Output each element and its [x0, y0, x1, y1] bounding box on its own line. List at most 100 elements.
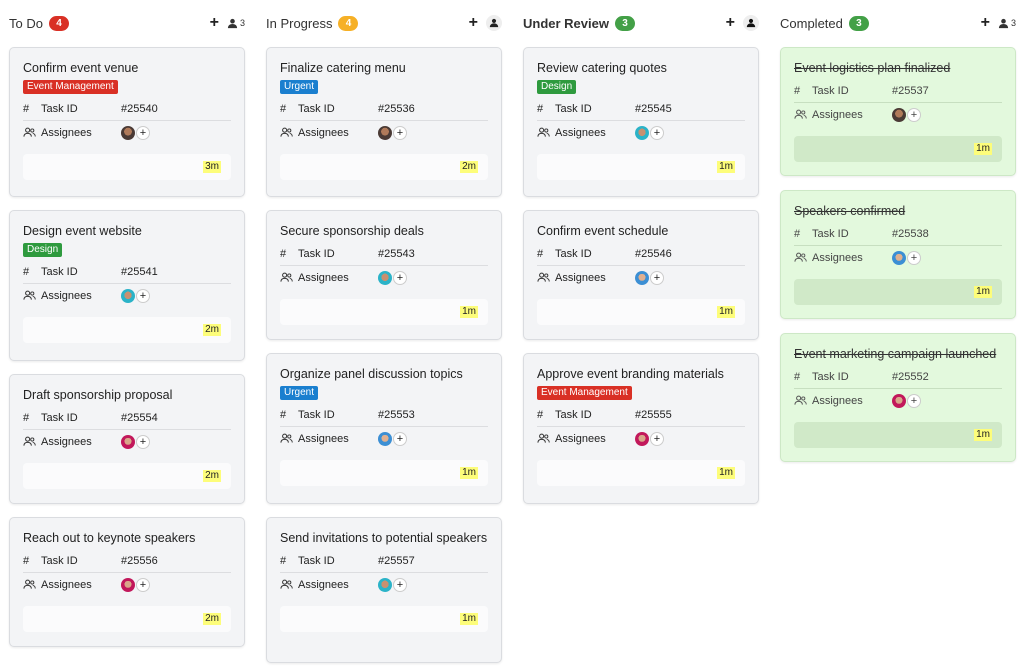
assignees-row: Assignees + [23, 430, 231, 453]
avatar[interactable] [378, 125, 392, 140]
add-assignee-button[interactable]: + [393, 577, 407, 592]
assignees-label: Assignees [298, 271, 349, 284]
task-id-row: # Task ID #25545 [537, 98, 745, 121]
avatar[interactable] [121, 125, 135, 140]
task-id-row: # Task ID #25554 [23, 407, 231, 430]
assignees-row: Assignees + [280, 427, 488, 450]
avatar[interactable] [635, 125, 649, 140]
add-assignee-button[interactable]: + [136, 434, 150, 449]
time-badge: 2m [460, 161, 478, 173]
users-icon [280, 127, 298, 138]
task-id-row: # Task ID #25540 [23, 98, 231, 121]
task-id-label: Task ID [41, 555, 78, 567]
users-icon [280, 272, 298, 283]
avatar[interactable] [635, 431, 649, 446]
column-header: Completed 3 + 3 [780, 0, 1016, 46]
members-button[interactable]: 3 [227, 18, 245, 29]
avatar[interactable] [121, 434, 135, 449]
add-assignee-button[interactable]: + [907, 393, 921, 408]
avatar[interactable] [378, 270, 392, 285]
assignees-label: Assignees [41, 289, 92, 302]
avatar[interactable] [892, 393, 906, 408]
tag-badge: Event Management [23, 80, 118, 94]
person-icon [998, 18, 1009, 28]
task-id-label: Task ID [41, 103, 78, 115]
add-assignee-button[interactable]: + [907, 250, 921, 265]
users-icon [794, 109, 812, 120]
add-assignee-button[interactable]: + [136, 577, 150, 592]
task-card[interactable]: Confirm event venue Event Management # T… [9, 47, 245, 197]
column-header: To Do 4 + 3 [9, 0, 245, 46]
avatar[interactable] [635, 270, 649, 285]
task-count-badge: 4 [48, 15, 69, 31]
add-task-button[interactable]: + [726, 15, 735, 31]
members-count: 3 [239, 18, 245, 28]
add-assignee-button[interactable]: + [650, 125, 664, 140]
task-card[interactable]: Organize panel discussion topics Urgent … [266, 353, 502, 504]
task-id-row: # Task ID #25555 [537, 404, 745, 427]
card-title: Draft sponsorship proposal [23, 388, 173, 402]
task-card[interactable]: Event marketing campaign launched # Task… [780, 333, 1016, 462]
task-card[interactable]: Secure sponsorship deals # Task ID #2554… [266, 210, 502, 340]
avatar[interactable] [378, 431, 392, 446]
add-assignee-button[interactable]: + [907, 107, 921, 122]
avatar[interactable] [892, 250, 906, 265]
users-icon [794, 252, 812, 263]
avatar[interactable] [378, 577, 392, 592]
avatar[interactable] [892, 107, 906, 122]
users-icon [537, 433, 555, 444]
avatar[interactable] [121, 577, 135, 592]
add-assignee-button[interactable]: + [393, 270, 407, 285]
add-assignee-button[interactable]: + [136, 125, 150, 140]
task-card[interactable]: Review catering quotes Design # Task ID … [523, 47, 759, 197]
avatar[interactable] [121, 288, 135, 303]
time-tracker: 1m [794, 279, 1002, 305]
kanban-board: To Do 4 + 3 Confirm event venue Event Ma… [0, 0, 1024, 672]
add-task-button[interactable]: + [981, 15, 990, 31]
members-count: 3 [1010, 18, 1016, 28]
task-id-row: # Task ID #25553 [280, 404, 488, 427]
task-card[interactable]: Approve event branding materials Event M… [523, 353, 759, 504]
column-completed: Completed 3 + 3 Event logistics plan fin… [780, 0, 1016, 462]
members-button[interactable] [743, 15, 759, 31]
hash-icon: # [537, 248, 544, 260]
members-button[interactable] [486, 15, 502, 31]
task-id-row: # Task ID #25538 [794, 223, 1002, 246]
column-title: To Do [9, 15, 43, 31]
add-task-button[interactable]: + [210, 15, 219, 31]
tag-badge: Urgent [280, 386, 319, 400]
assignees-row: Assignees + [537, 121, 745, 144]
task-id-label: Task ID [812, 228, 849, 240]
task-card[interactable]: Design event website Design # Task ID #2… [9, 210, 245, 361]
add-assignee-button[interactable]: + [393, 125, 407, 140]
users-icon [537, 127, 555, 138]
task-card[interactable]: Confirm event schedule # Task ID #25546 … [523, 210, 759, 340]
column-title: Completed [780, 15, 843, 31]
task-card[interactable]: Reach out to keynote speakers # Task ID … [9, 517, 245, 647]
column-header: In Progress 4 + [266, 0, 502, 46]
add-assignee-button[interactable]: + [650, 431, 664, 446]
column-title: In Progress [266, 15, 333, 31]
task-id-value: #25553 [378, 409, 415, 421]
task-id-row: # Task ID #25541 [23, 261, 231, 284]
task-card[interactable]: Send invitations to potential speakers #… [266, 517, 502, 663]
hash-icon: # [280, 555, 287, 567]
tag-badge: Design [23, 243, 63, 257]
members-button[interactable]: 3 [998, 18, 1016, 29]
task-card[interactable]: Event logistics plan finalized # Task ID… [780, 47, 1016, 176]
assignees-label: Assignees [555, 271, 606, 284]
task-id-label: Task ID [41, 266, 78, 278]
task-card[interactable]: Speakers confirmed # Task ID #25538 Assi… [780, 190, 1016, 319]
add-task-button[interactable]: + [469, 15, 478, 31]
task-id-value: #25555 [635, 409, 672, 421]
add-assignee-button[interactable]: + [393, 431, 407, 446]
assignees-label: Assignees [812, 394, 863, 407]
task-id-row: # Task ID #25556 [23, 550, 231, 573]
add-assignee-button[interactable]: + [650, 270, 664, 285]
task-card[interactable]: Draft sponsorship proposal # Task ID #25… [9, 374, 245, 504]
task-card[interactable]: Finalize catering menu Urgent # Task ID … [266, 47, 502, 197]
task-id-value: #25538 [892, 228, 929, 240]
time-badge: 1m [460, 306, 478, 318]
add-assignee-button[interactable]: + [136, 288, 150, 303]
task-id-value: #25543 [378, 248, 415, 260]
